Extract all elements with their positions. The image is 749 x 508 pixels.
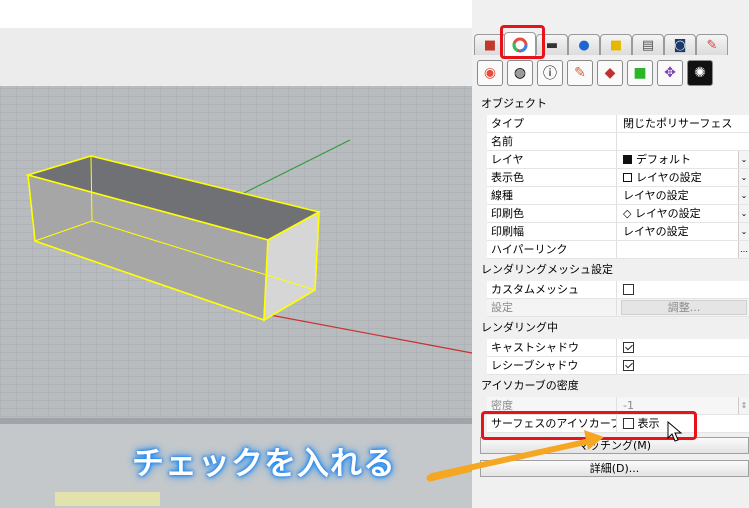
texture-icon: ◆: [604, 65, 616, 81]
section-isocurve-density: アイソカーブの密度: [481, 379, 579, 392]
book-icon: ■: [483, 37, 497, 53]
row-receive-shadow: レシーブシャドウ: [487, 357, 749, 375]
mesh-props-button[interactable]: ◍: [507, 60, 533, 86]
linetype-value: レイヤの設定: [623, 189, 689, 202]
row-settings: 設定 調整...: [487, 299, 749, 317]
highlight-properties-tab: [500, 25, 545, 59]
print-width-select[interactable]: レイヤの設定 ⌄: [619, 223, 749, 240]
label-display-color: 表示色: [487, 169, 617, 186]
tab-render[interactable]: ◙: [664, 34, 696, 55]
render-icon: ◙: [673, 37, 687, 53]
mapping-icon: ✥: [664, 65, 676, 81]
section-rendering: レンダリング中: [481, 321, 558, 334]
mapping-button[interactable]: ✥: [657, 60, 683, 86]
display-color-swatch: [623, 173, 632, 182]
info-button[interactable]: ⓘ: [537, 60, 563, 86]
folder-icon: ■: [609, 37, 623, 53]
details-button[interactable]: 詳細(D)...: [480, 460, 749, 477]
row-display-color: 表示色 レイヤの設定 ⌄: [487, 169, 749, 187]
label-type: タイプ: [487, 115, 617, 132]
adjust-button[interactable]: 調整...: [621, 300, 747, 315]
cast-shadow-checkbox[interactable]: [623, 342, 634, 353]
chevron-down-icon: ⌄: [738, 169, 749, 186]
label-hyperlink: ハイパーリンク: [487, 241, 617, 258]
label-layer: レイヤ: [487, 151, 617, 168]
row-type: タイプ 閉じたポリサーフェス: [487, 115, 749, 133]
property-icon-row: ◉ ◍ ⓘ ✎ ◆ ■ ✥ ✺: [474, 58, 749, 86]
tab-material[interactable]: ✎: [696, 34, 728, 55]
section-render-mesh: レンダリングメッシュ設定: [481, 263, 613, 276]
texture-button[interactable]: ◆: [597, 60, 623, 86]
rebuild-icon: ✎: [574, 65, 586, 81]
row-layer: レイヤ デフォルト ⌄: [487, 151, 749, 169]
receive-shadow-cell: [619, 357, 749, 374]
decal-icon: ■: [633, 65, 647, 81]
mesh-icon: ◍: [513, 65, 527, 81]
layer-select[interactable]: デフォルト ⌄: [619, 151, 749, 168]
hyperlink-input[interactable]: …: [619, 241, 749, 258]
name-input[interactable]: [619, 133, 749, 150]
print-color-select[interactable]: ◇ レイヤの設定 ⌄: [619, 205, 749, 222]
color-wheel-icon: ◉: [483, 65, 497, 81]
settings-cell: 調整...: [619, 299, 749, 316]
row-custom-mesh: カスタムメッシュ: [487, 281, 749, 299]
ellipsis-icon[interactable]: …: [738, 241, 749, 258]
cast-shadow-cell: [619, 339, 749, 356]
layer-icon: ▤: [641, 37, 655, 53]
callout-text: チェックを入れる: [132, 444, 397, 482]
receive-shadow-checkbox[interactable]: [623, 360, 634, 371]
chevron-down-icon: ⌄: [738, 187, 749, 204]
highlight-isocurve-row: [481, 411, 697, 440]
swirl-button[interactable]: ✺: [687, 60, 713, 86]
display-color-value: レイヤの設定: [636, 171, 702, 184]
layer-color-swatch: [623, 155, 632, 164]
row-name: 名前: [487, 133, 749, 151]
linetype-select[interactable]: レイヤの設定 ⌄: [619, 187, 749, 204]
label-custom-mesh: カスタムメッシュ: [487, 281, 617, 298]
tab-layer[interactable]: ▤: [632, 34, 664, 55]
print-width-value: レイヤの設定: [623, 225, 689, 238]
chevron-down-icon: ⌄: [738, 151, 749, 168]
label-receive-shadow: レシーブシャドウ: [487, 357, 617, 374]
custom-mesh-cell: [619, 281, 749, 298]
layer-value: デフォルト: [636, 153, 691, 166]
label-cast-shadow: キャストシャドウ: [487, 339, 617, 356]
display-icon: ▬: [545, 37, 559, 53]
label-settings: 設定: [487, 299, 617, 316]
print-color-value: ◇ レイヤの設定: [623, 207, 701, 220]
row-hyperlink: ハイパーリンク …: [487, 241, 749, 259]
tab-ellipse[interactable]: ●: [568, 34, 600, 55]
label-print-color: 印刷色: [487, 205, 617, 222]
tab-folder[interactable]: ■: [600, 34, 632, 55]
row-print-color: 印刷色 ◇ レイヤの設定 ⌄: [487, 205, 749, 223]
chevron-down-icon: ⌄: [738, 205, 749, 222]
value-type: 閉じたポリサーフェス: [623, 117, 733, 130]
decal-button[interactable]: ■: [627, 60, 653, 86]
row-linetype: 線種 レイヤの設定 ⌄: [487, 187, 749, 205]
viewport-perspective[interactable]: [0, 0, 472, 508]
custom-mesh-checkbox[interactable]: [623, 284, 634, 295]
label-name: 名前: [487, 133, 617, 150]
label-print-width: 印刷幅: [487, 223, 617, 240]
swirl-icon: ✺: [694, 65, 706, 81]
display-color-select[interactable]: レイヤの設定 ⌄: [619, 169, 749, 186]
row-print-width: 印刷幅 レイヤの設定 ⌄: [487, 223, 749, 241]
object-props-button[interactable]: ◉: [477, 60, 503, 86]
label-linetype: 線種: [487, 187, 617, 204]
material-icon: ✎: [706, 37, 718, 53]
chevron-down-icon: ⌄: [738, 223, 749, 240]
spinner-arrows-icon[interactable]: ⇕: [738, 397, 749, 414]
info-icon: ⓘ: [543, 66, 557, 82]
properties-panel: ■ ▬ ● ■ ▤ ◙ ✎ ◉ ◍ ⓘ ✎ ◆ ■ ✥ ✺ オブジェクト タイプ…: [472, 0, 749, 508]
section-object: オブジェクト: [481, 97, 547, 110]
row-cast-shadow: キャストシャドウ: [487, 339, 749, 357]
viewport-canvas: [0, 0, 472, 508]
rebuild-button[interactable]: ✎: [567, 60, 593, 86]
ellipse-icon: ●: [578, 37, 590, 53]
mouse-cursor-icon: [667, 421, 683, 442]
